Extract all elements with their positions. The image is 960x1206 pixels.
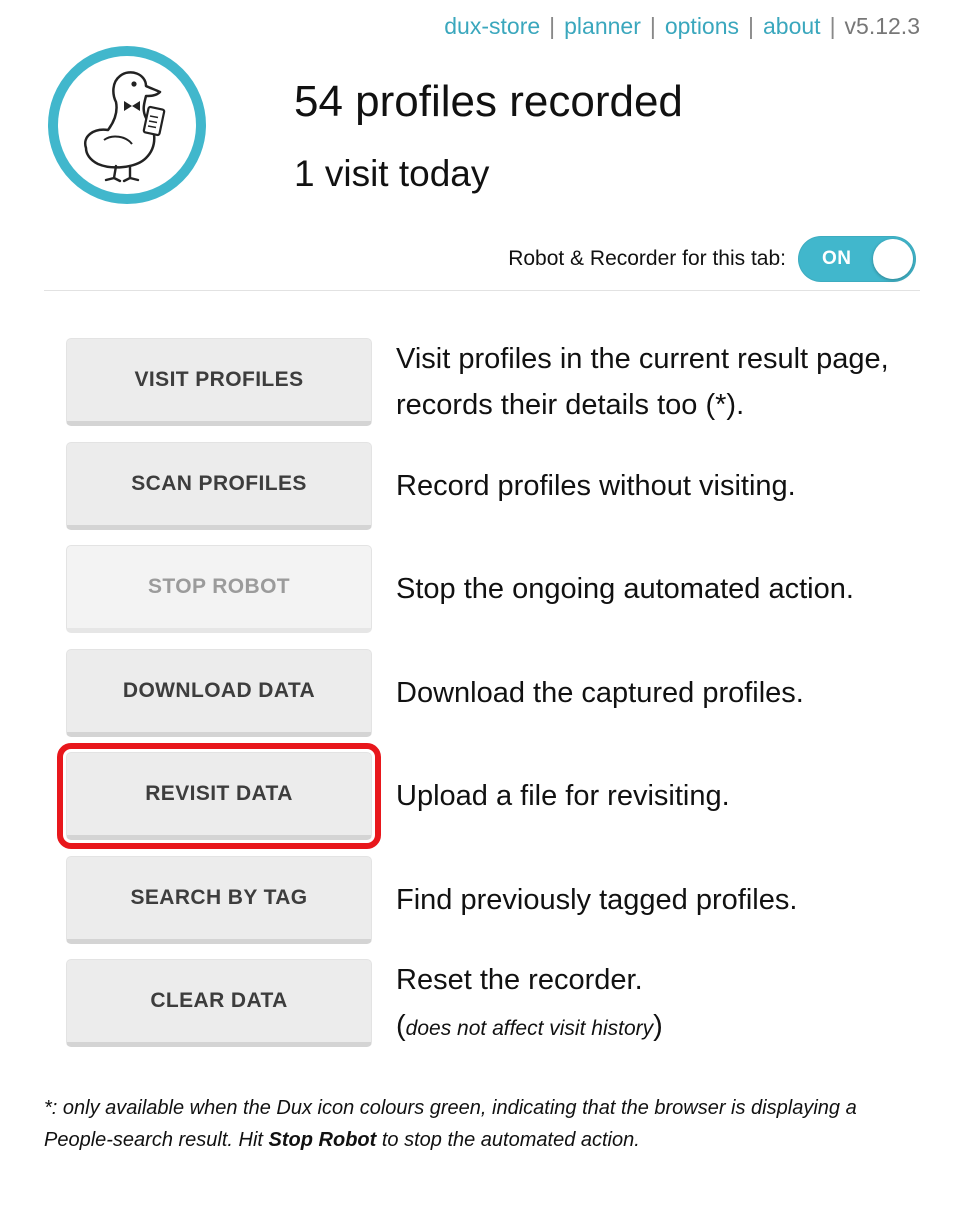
action-description-text: Upload a file for revisiting. xyxy=(396,780,730,812)
nav-separator: | xyxy=(748,13,754,39)
download-data-button[interactable]: DOWNLOAD DATA xyxy=(66,648,372,737)
header-divider xyxy=(44,290,920,291)
toggle-knob xyxy=(873,239,913,279)
stop-robot-button[interactable]: STOP ROBOT xyxy=(66,545,372,633)
visit-profiles-description: Visit profiles in the current result pag… xyxy=(396,338,936,426)
action-list: VISIT PROFILES Visit profiles in the cur… xyxy=(57,338,926,1063)
top-nav: dux-store | planner | options | about | v5.12.3 xyxy=(444,10,920,42)
revisit-data-button[interactable]: REVISIT DATA xyxy=(57,743,381,849)
action-row-download-data: DOWNLOAD DATA Download the captured prof… xyxy=(66,648,926,753)
action-row-revisit-data: REVISIT DATA Upload a file for revisitin… xyxy=(57,743,926,856)
search-by-tag-button[interactable]: SEARCH BY TAG xyxy=(66,855,372,944)
action-row-clear-data: CLEAR DATA Reset the recorder. (does not… xyxy=(66,959,926,1063)
toggle-state-label: ON xyxy=(822,248,852,269)
nav-link-dux-store[interactable]: dux-store xyxy=(444,13,540,39)
footnote-text-end: to stop the automated action. xyxy=(376,1129,640,1151)
action-description-text: Find previously tagged profiles. xyxy=(396,883,798,916)
nav-link-planner[interactable]: planner xyxy=(564,13,641,39)
robot-recorder-toggle-row: Robot & Recorder for this tab: ON xyxy=(508,234,916,284)
nav-link-options[interactable]: options xyxy=(665,13,739,39)
scan-profiles-button[interactable]: SCAN PROFILES xyxy=(66,441,372,530)
clear-data-note: does not affect visit history xyxy=(405,1017,654,1040)
nav-separator: | xyxy=(549,13,556,39)
footnote: *: only available when the Dux icon colo… xyxy=(44,1092,904,1156)
scan-profiles-description: Record profiles without visiting. xyxy=(396,442,936,530)
action-row-search-by-tag: SEARCH BY TAG Find previously tagged pro… xyxy=(66,855,926,960)
clear-data-description: Reset the recorder. (does not affect vis… xyxy=(396,959,936,1047)
note-paren-open: ( xyxy=(396,1010,406,1042)
robot-recorder-toggle[interactable]: ON xyxy=(798,236,916,282)
robot-recorder-label: Robot & Recorder for this tab: xyxy=(508,247,786,270)
duck-logo-icon xyxy=(48,46,206,204)
clear-data-button[interactable]: CLEAR DATA xyxy=(66,959,372,1047)
action-row-scan-profiles: SCAN PROFILES Record profiles without vi… xyxy=(66,441,926,546)
revisit-data-description: Upload a file for revisiting. xyxy=(396,752,936,840)
nav-link-about[interactable]: about xyxy=(763,13,821,39)
download-data-description: Download the captured profiles. xyxy=(396,649,936,737)
action-row-stop-robot: STOP ROBOT Stop the ongoing automated ac… xyxy=(66,545,926,649)
nav-separator: | xyxy=(649,13,656,39)
action-description-text: Download the captured profiles. xyxy=(396,676,804,709)
action-description-text: Reset the recorder. xyxy=(396,964,643,996)
search-by-tag-description: Find previously tagged profiles. xyxy=(396,856,936,944)
action-description-text: Record profiles without visiting. xyxy=(396,469,796,502)
action-row-visit-profiles: VISIT PROFILES Visit profiles in the cur… xyxy=(66,338,926,442)
footnote-stop-robot-emphasis: Stop Robot xyxy=(268,1129,377,1151)
note-paren-close: ) xyxy=(653,1010,663,1042)
version-label: v5.12.3 xyxy=(844,13,920,39)
visits-today-count: 1 visit today xyxy=(294,153,490,194)
stop-robot-description: Stop the ongoing automated action. xyxy=(396,545,936,633)
profiles-recorded-count: 54 profiles recorded xyxy=(294,77,683,126)
nav-separator: | xyxy=(829,13,836,39)
clear-data-note-line: (does not affect visit history) xyxy=(396,1003,936,1049)
action-description-text: Stop the ongoing automated action. xyxy=(396,573,854,605)
visit-profiles-button[interactable]: VISIT PROFILES xyxy=(66,338,372,426)
action-description-text: Visit profiles in the current result pag… xyxy=(396,343,889,421)
